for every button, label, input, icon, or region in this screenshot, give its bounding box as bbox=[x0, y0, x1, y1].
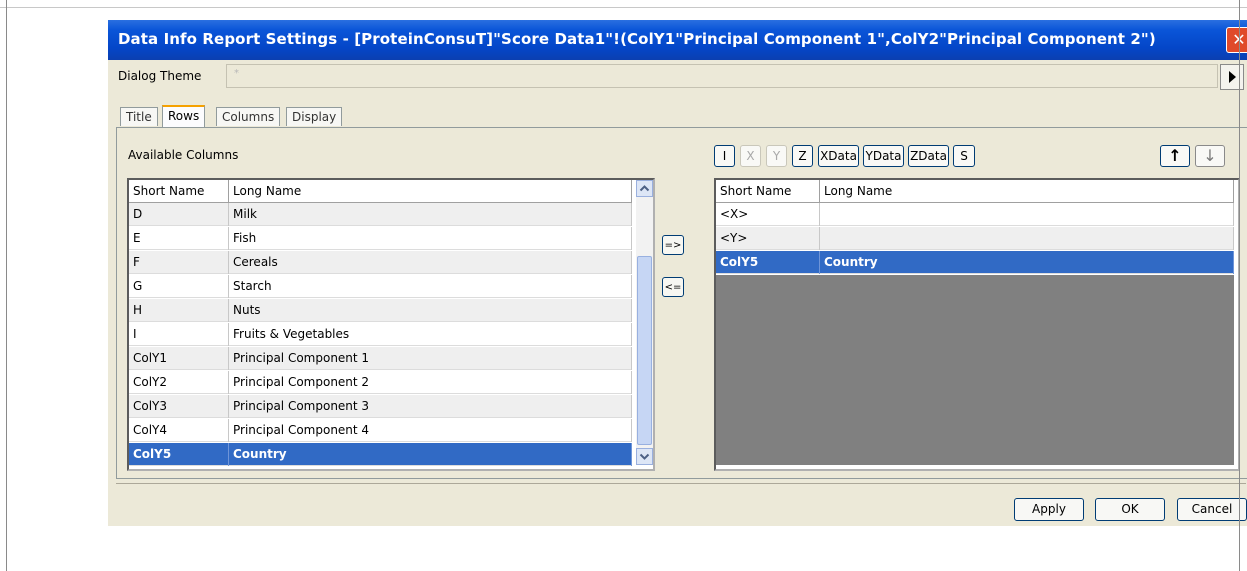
data-info-report-settings-dialog: Data Info Report Settings - [ProteinCons… bbox=[108, 20, 1247, 526]
tab-display[interactable]: Display bbox=[286, 107, 343, 126]
row-short-name: ColY1 bbox=[129, 347, 229, 370]
row-short-name: D bbox=[129, 203, 229, 226]
table-row-selected[interactable]: ColY5 Country bbox=[129, 443, 632, 466]
rows-tab-panel: Available Columns Short Name Long Name D… bbox=[116, 127, 1247, 479]
table-row[interactable]: E Fish bbox=[129, 227, 632, 250]
scroll-up-icon[interactable] bbox=[636, 180, 653, 197]
row-short-name: ColY3 bbox=[129, 395, 229, 418]
header-short-name[interactable]: Short Name bbox=[716, 180, 820, 202]
designation-s-button[interactable]: S bbox=[953, 145, 975, 167]
designation-y-button[interactable]: Y bbox=[766, 145, 787, 167]
available-vertical-scrollbar[interactable] bbox=[636, 180, 653, 465]
row-short-name: <Y> bbox=[716, 227, 820, 250]
available-columns-label: Available Columns bbox=[128, 148, 239, 162]
move-up-arrow-icon[interactable]: ↑ bbox=[1160, 145, 1190, 167]
cancel-button[interactable]: Cancel bbox=[1177, 498, 1247, 521]
row-short-name: H bbox=[129, 299, 229, 322]
row-long-name: Cereals bbox=[229, 251, 632, 274]
ok-button[interactable]: OK bbox=[1095, 498, 1165, 521]
row-long-name: Principal Component 3 bbox=[229, 395, 632, 418]
tab-title[interactable]: Title bbox=[120, 107, 158, 126]
table-row[interactable]: H Nuts bbox=[129, 299, 632, 322]
row-short-name: <X> bbox=[716, 203, 820, 226]
scroll-down-icon[interactable] bbox=[636, 448, 653, 465]
row-long-name: Milk bbox=[229, 203, 632, 226]
row-long-name bbox=[820, 227, 1234, 250]
remove-from-report-button[interactable]: <= bbox=[662, 277, 684, 297]
row-short-name: ColY2 bbox=[129, 371, 229, 394]
tab-columns[interactable]: Columns bbox=[216, 107, 281, 126]
table-row[interactable]: G Starch bbox=[129, 275, 632, 298]
table-row[interactable]: <Y> bbox=[716, 227, 1234, 250]
row-long-name: Starch bbox=[229, 275, 632, 298]
header-long-name[interactable]: Long Name bbox=[229, 180, 632, 202]
designation-ydata-button[interactable]: YData bbox=[863, 145, 904, 167]
report-grid-header: Short Name Long Name bbox=[716, 180, 1234, 203]
background-frame-top bbox=[0, 7, 1247, 8]
table-row[interactable]: ColY1 Principal Component 1 bbox=[129, 347, 632, 370]
close-icon[interactable]: ✕ bbox=[1226, 27, 1247, 53]
dialog-theme-label: Dialog Theme bbox=[118, 69, 202, 83]
dialog-theme-combo[interactable]: * bbox=[226, 64, 1218, 88]
table-row[interactable]: ColY2 Principal Component 2 bbox=[129, 371, 632, 394]
table-row[interactable]: I Fruits & Vegetables bbox=[129, 323, 632, 346]
row-long-name: Fish bbox=[229, 227, 632, 250]
table-row[interactable]: ColY3 Principal Component 3 bbox=[129, 395, 632, 418]
designation-z-button[interactable]: Z bbox=[792, 145, 813, 167]
row-long-name: Country bbox=[229, 443, 632, 466]
table-row[interactable]: ColY4 Principal Component 4 bbox=[129, 419, 632, 442]
tab-rows[interactable]: Rows bbox=[162, 105, 206, 128]
move-down-arrow-icon[interactable]: ↓ bbox=[1195, 145, 1225, 167]
designation-x-button[interactable]: X bbox=[740, 145, 761, 167]
table-row[interactable]: F Cereals bbox=[129, 251, 632, 274]
row-short-name: G bbox=[129, 275, 229, 298]
row-long-name: Principal Component 4 bbox=[229, 419, 632, 442]
title-bar[interactable]: Data Info Report Settings - [ProteinCons… bbox=[108, 20, 1247, 60]
row-short-name: I bbox=[129, 323, 229, 346]
row-long-name: Principal Component 1 bbox=[229, 347, 632, 370]
row-long-name: Fruits & Vegetables bbox=[229, 323, 632, 346]
available-columns-grid[interactable]: Short Name Long Name D Milk E Fish F Cer… bbox=[127, 178, 655, 471]
row-short-name: ColY5 bbox=[716, 251, 820, 274]
dialog-theme-value: * bbox=[234, 68, 239, 79]
row-long-name bbox=[820, 203, 1234, 226]
header-short-name[interactable]: Short Name bbox=[129, 180, 229, 202]
report-grid-empty-area bbox=[716, 275, 1234, 465]
footer-separator bbox=[116, 483, 1246, 484]
row-long-name: Nuts bbox=[229, 299, 632, 322]
row-short-name: E bbox=[129, 227, 229, 250]
background-frame-left bbox=[6, 0, 7, 571]
designation-zdata-button[interactable]: ZData bbox=[908, 145, 949, 167]
row-long-name: Principal Component 2 bbox=[229, 371, 632, 394]
window-title: Data Info Report Settings - [ProteinCons… bbox=[118, 30, 1156, 48]
theme-menu-arrow-icon[interactable] bbox=[1220, 64, 1244, 90]
designation-i-button[interactable]: I bbox=[714, 145, 735, 167]
add-to-report-button[interactable]: => bbox=[662, 235, 684, 255]
header-long-name[interactable]: Long Name bbox=[820, 180, 1234, 202]
row-short-name: F bbox=[129, 251, 229, 274]
background-frame-right bbox=[1239, 0, 1240, 571]
available-grid-header: Short Name Long Name bbox=[129, 180, 632, 203]
table-row[interactable]: D Milk bbox=[129, 203, 632, 226]
row-short-name: ColY4 bbox=[129, 419, 229, 442]
scroll-thumb[interactable] bbox=[637, 256, 652, 445]
row-long-name: Country bbox=[820, 251, 1234, 274]
designation-xdata-button[interactable]: XData bbox=[818, 145, 859, 167]
row-short-name: ColY5 bbox=[129, 443, 229, 466]
table-row-selected[interactable]: ColY5 Country bbox=[716, 251, 1234, 274]
table-row[interactable]: <X> bbox=[716, 203, 1234, 226]
report-rows-grid[interactable]: Short Name Long Name <X> <Y> ColY5 Count… bbox=[714, 178, 1240, 471]
apply-button[interactable]: Apply bbox=[1014, 498, 1084, 521]
